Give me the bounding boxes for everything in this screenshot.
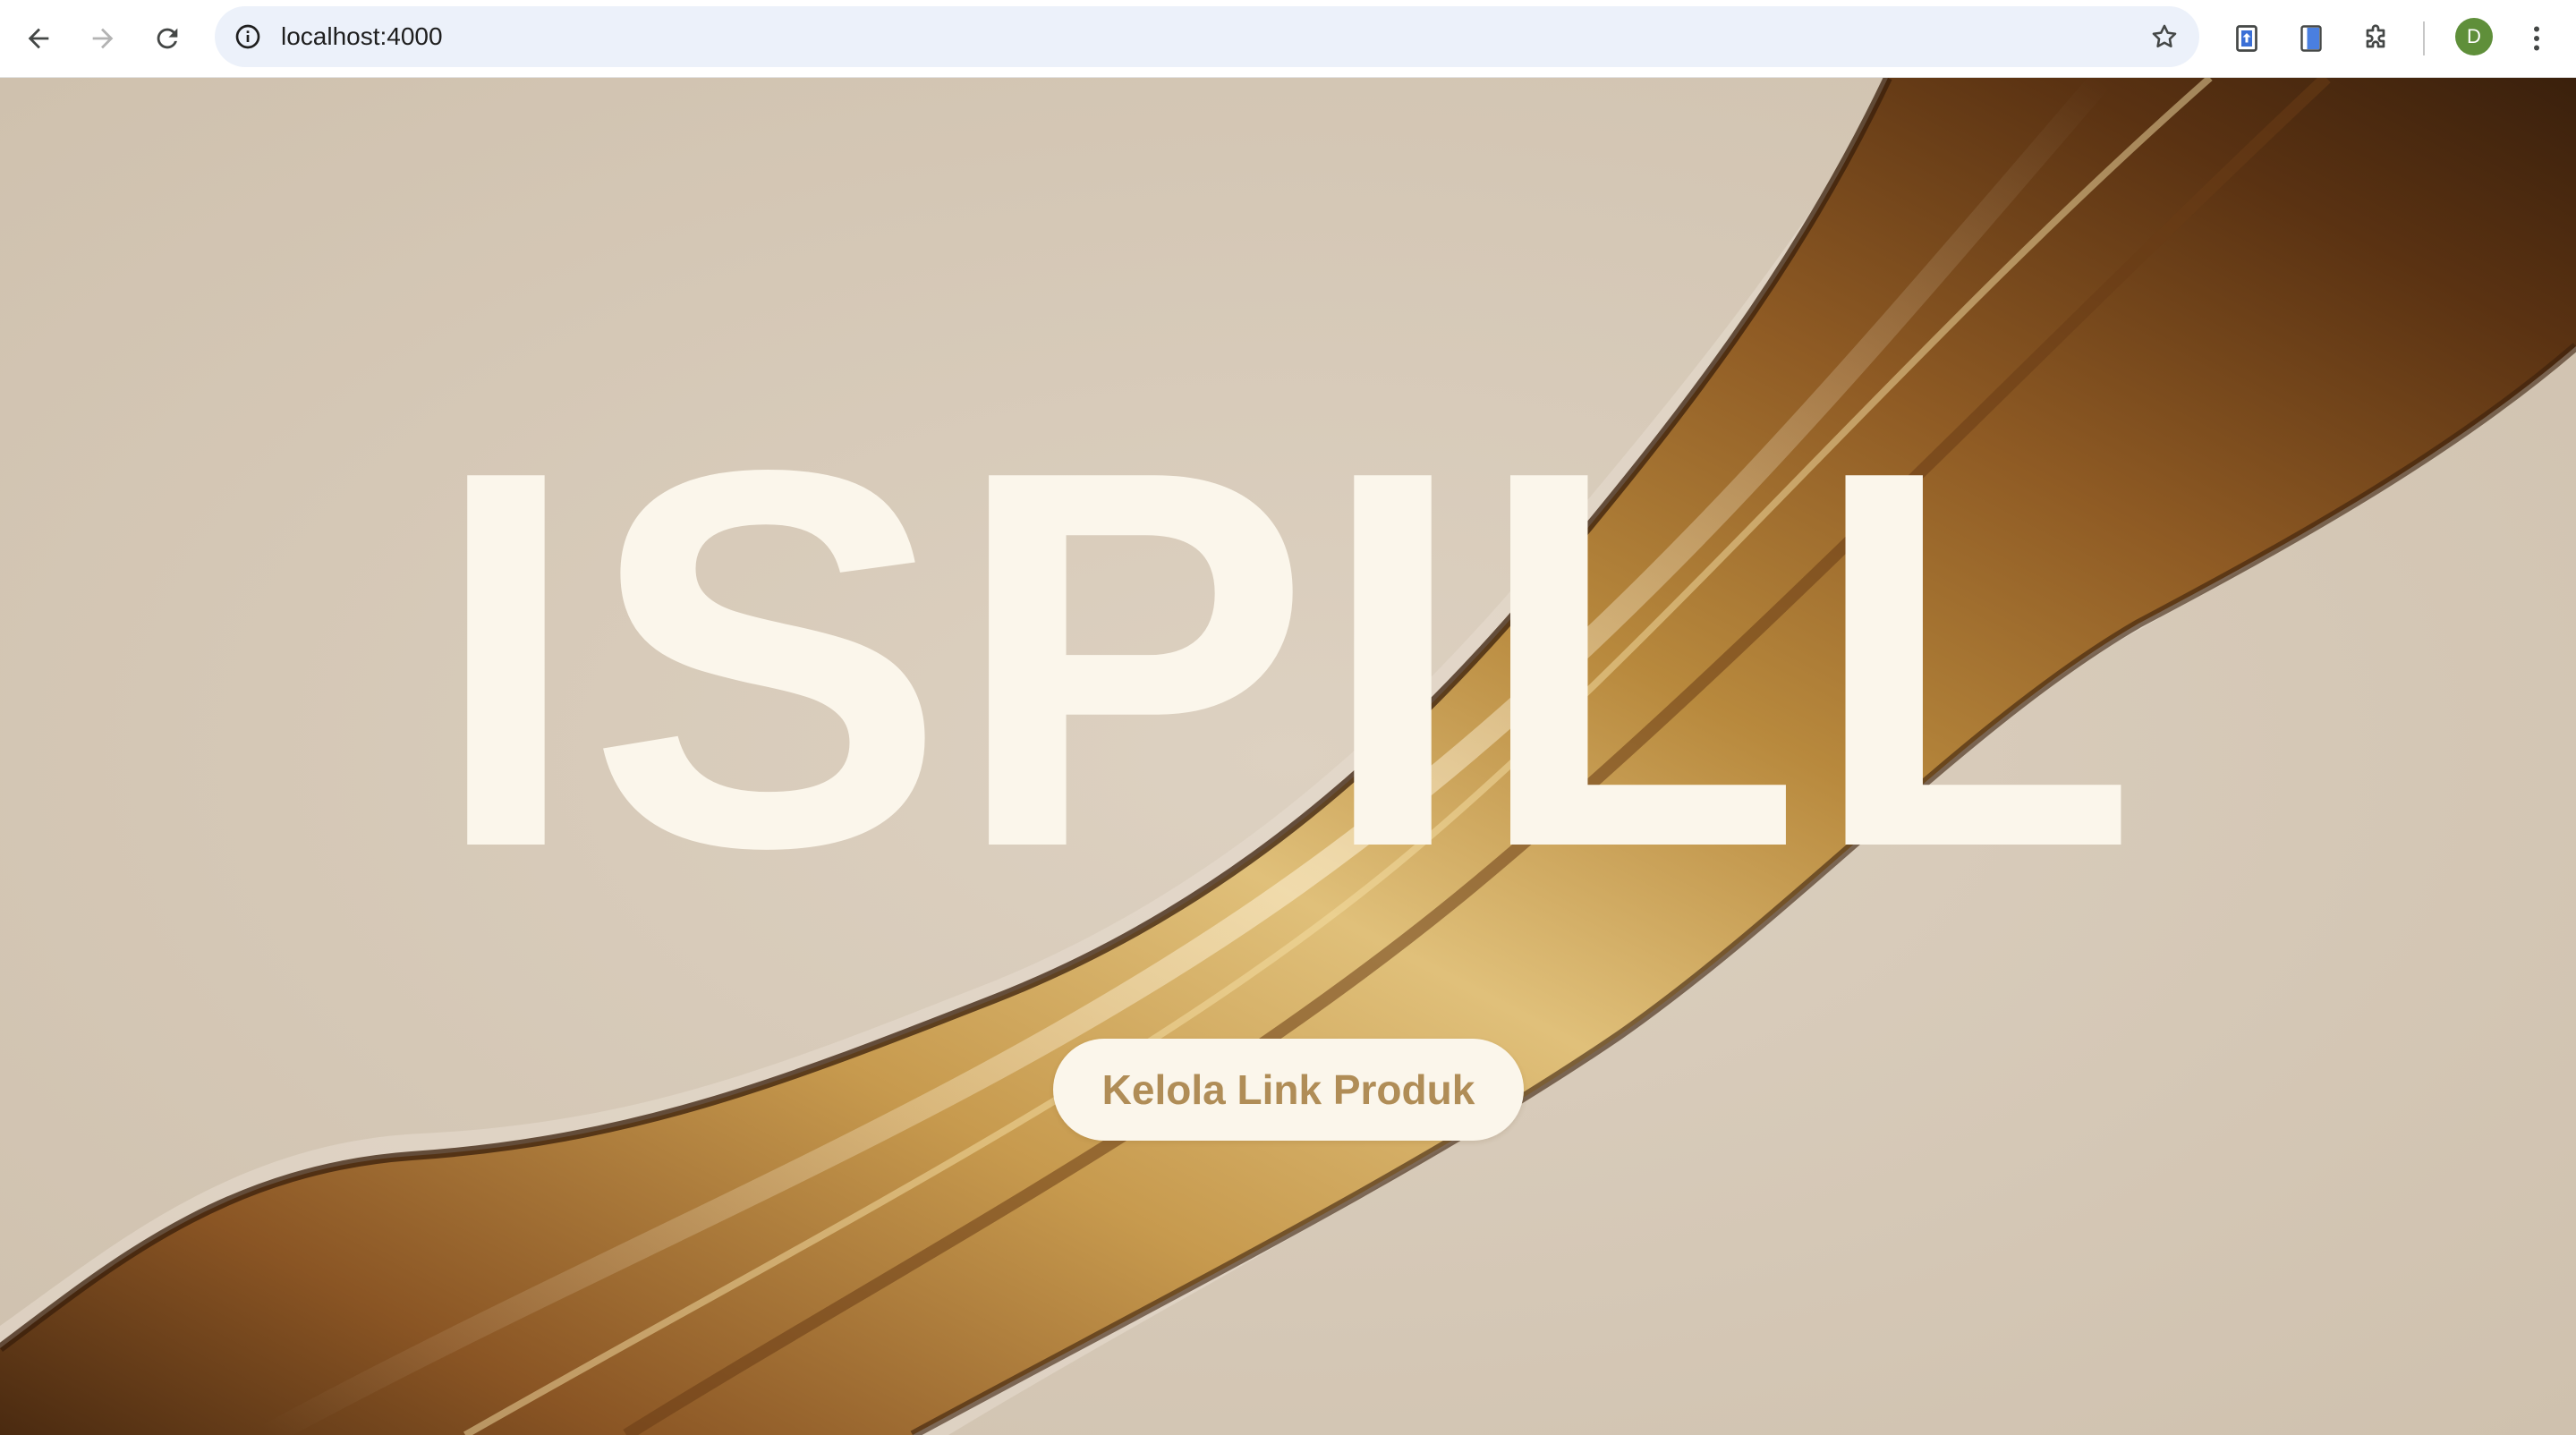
forward-arrow-icon bbox=[92, 28, 114, 49]
bookmark-button[interactable] bbox=[2142, 14, 2187, 59]
info-icon bbox=[235, 24, 260, 49]
landing-page: ISPILL Kelola Link Produk bbox=[0, 78, 2576, 1435]
extension-upload-button[interactable] bbox=[2221, 13, 2273, 64]
browser-menu-button[interactable] bbox=[2511, 13, 2563, 64]
manage-product-links-button[interactable]: Kelola Link Produk bbox=[1053, 1039, 1524, 1141]
upload-extension-icon bbox=[2236, 25, 2257, 52]
back-button[interactable] bbox=[13, 13, 64, 64]
extensions-button[interactable] bbox=[2350, 13, 2402, 64]
puzzle-icon bbox=[2366, 24, 2385, 48]
browser-toolbar: localhost:4000 D bbox=[0, 0, 2576, 78]
toolbar-divider bbox=[2423, 21, 2425, 55]
site-info-button[interactable] bbox=[225, 14, 270, 59]
reload-button[interactable] bbox=[141, 13, 193, 64]
back-arrow-icon bbox=[28, 28, 49, 49]
star-icon bbox=[2152, 24, 2177, 48]
forward-button[interactable] bbox=[77, 13, 129, 64]
extension-clipboard-button[interactable] bbox=[2285, 13, 2337, 64]
address-bar[interactable]: localhost:4000 bbox=[215, 6, 2199, 67]
clipboard-extension-icon bbox=[2300, 25, 2322, 52]
profile-avatar[interactable]: D bbox=[2455, 18, 2493, 55]
url-text[interactable]: localhost:4000 bbox=[281, 6, 443, 67]
reload-icon bbox=[157, 28, 178, 49]
hero-title: ISPILL bbox=[431, 360, 2145, 959]
kebab-menu-icon bbox=[2534, 26, 2539, 51]
